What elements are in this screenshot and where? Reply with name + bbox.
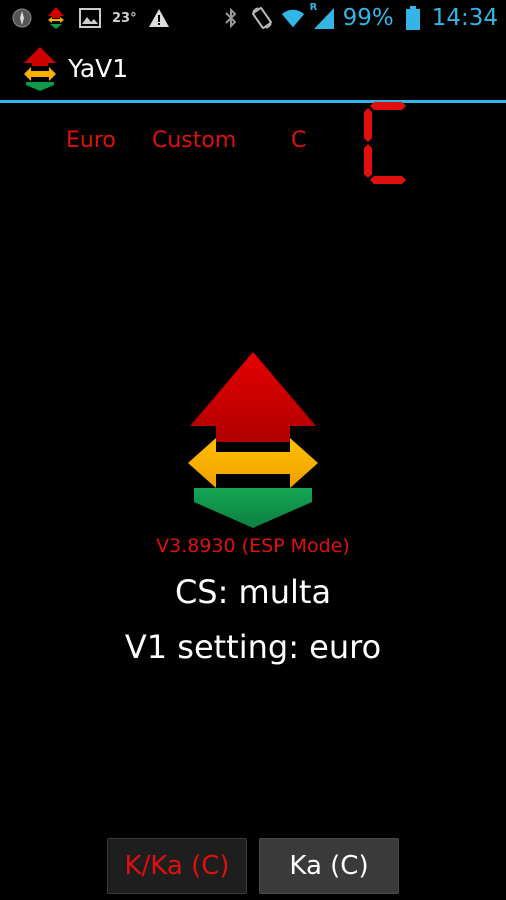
rotation-icon <box>250 6 274 30</box>
image-icon <box>78 6 102 30</box>
mode-letter-label: C <box>291 128 307 153</box>
action-bar-divider <box>0 100 506 103</box>
region-label: Euro <box>66 128 116 153</box>
cs-status-text: CS: multa <box>174 573 332 611</box>
k-ka-button[interactable]: K/Ka (C) <box>107 838 247 894</box>
mode-row: Euro Custom C <box>0 128 506 160</box>
status-bar: 23° R 99% 14:34 <box>0 0 506 36</box>
battery-percent: 99% <box>342 5 394 31</box>
warning-icon <box>147 6 171 30</box>
v1-setting-text: V1 setting: euro <box>124 628 382 666</box>
action-bar: YaV1 <box>0 36 506 100</box>
version-text: V3.8930 (ESP Mode) <box>156 535 350 557</box>
app-logo-icon[interactable] <box>22 46 58 92</box>
clock: 14:34 <box>431 5 498 31</box>
seven-segment-display <box>364 100 410 186</box>
app-title: YaV1 <box>68 54 129 83</box>
roaming-indicator: R <box>309 2 318 13</box>
wifi-icon <box>281 6 305 30</box>
signal-icon: R <box>310 2 336 30</box>
ka-button[interactable]: Ka (C) <box>259 838 399 894</box>
profile-label: Custom <box>152 128 237 153</box>
status-bar-notifications: 23° <box>10 4 171 32</box>
bluetooth-icon <box>219 6 243 30</box>
yav1-logo-icon <box>186 350 320 530</box>
status-bar-system: R 99% 14:34 <box>219 2 498 33</box>
yav1-notification-icon <box>44 6 68 30</box>
temperature-text: 23° <box>112 10 137 26</box>
battery-icon <box>401 6 425 30</box>
compass-icon <box>10 6 34 30</box>
